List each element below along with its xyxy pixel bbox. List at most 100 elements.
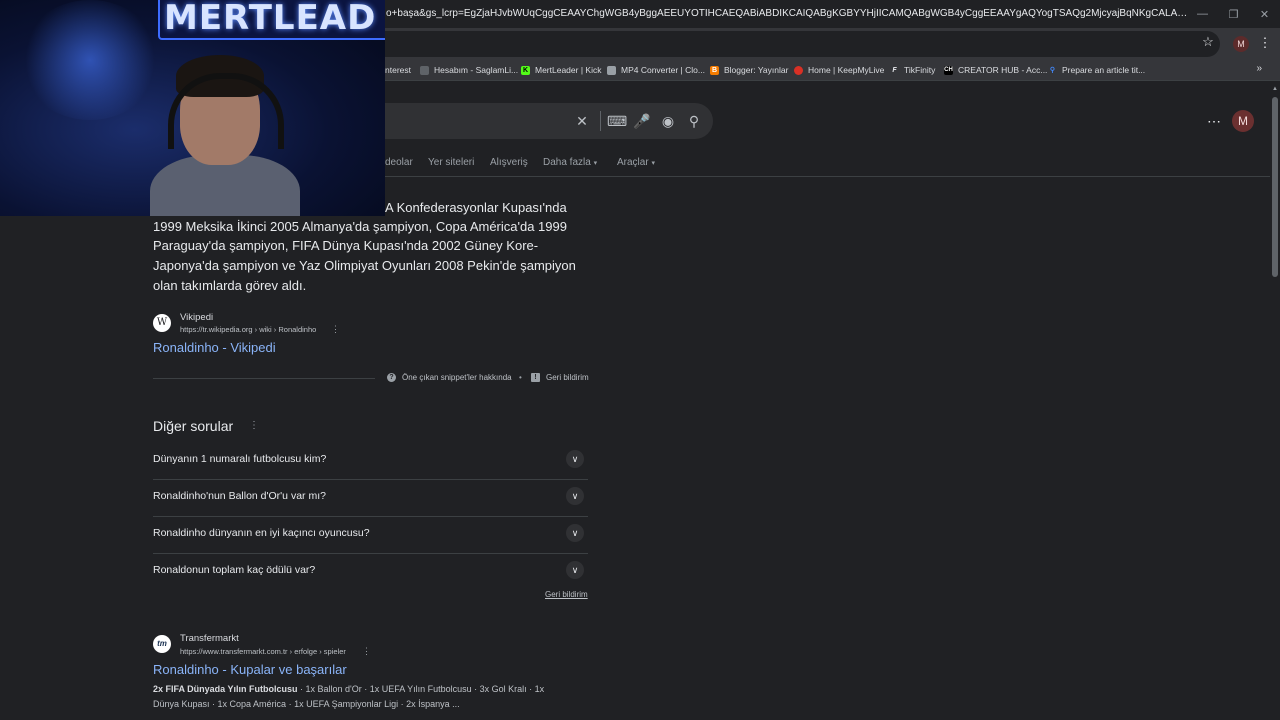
bookmark-label: nterest <box>385 65 411 75</box>
bookmark-star-icon[interactable]: ☆ <box>1200 34 1216 52</box>
snippet-text: Japonya'da şampiyon ve Yaz Olimpiyat Oyu… <box>153 258 576 273</box>
bookmark-item[interactable]: nterest <box>385 63 411 77</box>
window-controls: — ❐ ✕ <box>1187 0 1280 28</box>
paa-question-row[interactable]: Dünyanın 1 numaralı futbolcusu kim? ∨ <box>153 442 588 480</box>
paa-question-row[interactable]: Ronaldonun toplam kaç ödülü var? ∨ <box>153 553 588 590</box>
tikfinity-favicon-icon: F <box>890 65 899 75</box>
hesabim-favicon-icon <box>420 65 429 75</box>
tab-more-label: Daha fazla <box>543 157 591 168</box>
bookmark-label: CREATOR HUB - Acc... <box>958 65 1048 75</box>
clear-icon[interactable]: ✕ <box>574 113 590 129</box>
lens-icon[interactable]: ◉ <box>660 113 676 129</box>
chevron-down-icon[interactable]: ∨ <box>566 450 584 468</box>
result-description: 2x FIFA Dünyada Yılın Futbolcusu · 1x Ba… <box>153 684 544 694</box>
caret-down-icon: ▾ <box>651 160 655 167</box>
separator-dot: • <box>519 373 522 382</box>
bookmark-item[interactable]: F TikFinity <box>890 63 935 77</box>
bookmark-item[interactable]: B Blogger: Yayınlar <box>710 63 788 77</box>
scroll-up-icon[interactable]: ▲ <box>1272 86 1278 92</box>
tab-tools[interactable]: Araçlar ▾ <box>617 157 655 168</box>
tab-videos[interactable]: deolar <box>385 157 413 168</box>
source-name[interactable]: Transfermarkt <box>180 633 239 644</box>
keepmylive-favicon-icon <box>794 65 803 75</box>
result-description: Dünya Kupası · 1x Copa América · 1x UEFA… <box>153 699 460 709</box>
tab-tools-label: Araçlar <box>617 157 649 168</box>
bookmark-label: Prepare an article tit... <box>1062 65 1146 75</box>
tab-more[interactable]: Daha fazla ▾ <box>543 157 597 168</box>
more-bookmarks-icon[interactable]: » <box>1256 63 1262 74</box>
streamer <box>150 45 300 216</box>
snippet-text: olan takımlarda görev aldı. <box>153 278 307 293</box>
paa-question: Ronaldinho dünyanın en iyi kaçıncı oyunc… <box>153 527 370 539</box>
webcam-light <box>20 0 160 120</box>
scrollbar-thumb[interactable] <box>1272 97 1278 277</box>
paa-title: Diğer sorular <box>153 418 234 434</box>
microphone-icon[interactable]: 🎤 <box>633 113 650 129</box>
search-icon[interactable]: ⚲ <box>686 113 702 129</box>
chevron-down-icon[interactable]: ∨ <box>566 524 584 542</box>
url-text[interactable]: o+başa&gs_lcrp=EgZjaHJvbWUqCggCEAAYChgWG… <box>386 8 1191 19</box>
feedback-label: Geri bildirim <box>546 373 589 382</box>
creator-hub-favicon-icon: CH <box>944 65 953 75</box>
snippet-text: Paraguay'da şampiyon, FIFA Dünya Kupası'… <box>153 238 539 253</box>
bookmark-item[interactable]: ⚲ Prepare an article tit... <box>1048 63 1145 77</box>
tab-shopping[interactable]: Alışveriş <box>490 157 528 168</box>
result-title-link[interactable]: Ronaldinho - Kupalar ve başarılar <box>153 662 347 677</box>
apps-grid-icon[interactable]: ⋯ <box>1206 113 1222 129</box>
paa-question-row[interactable]: Ronaldinho dünyanın en iyi kaçıncı oyunc… <box>153 516 588 554</box>
transfermarkt-favicon-icon: tm <box>153 635 171 653</box>
snippet-divider <box>153 378 375 379</box>
snippet-text: 1999 Meksika İkinci 2005 Almanya'da şamp… <box>153 219 567 234</box>
caret-down-icon: ▾ <box>593 160 598 167</box>
bookmark-label: Blogger: Yayınlar <box>724 65 789 75</box>
bookmark-label: Home | KeepMyLive <box>808 65 885 75</box>
search-favicon-icon: ⚲ <box>1048 65 1057 75</box>
result-description-text: · 1x Ballon d'Or · 1x UEFA Yılın Futbolc… <box>297 684 545 694</box>
chevron-down-icon[interactable]: ∨ <box>566 561 584 579</box>
headset-icon <box>168 73 284 149</box>
bookmark-label: MertLeader | Kick <box>535 65 602 75</box>
bookmark-item[interactable]: K MertLeader | Kick <box>521 63 601 77</box>
webcam-overlay: MERTLEAD <box>0 0 385 216</box>
bookmark-item[interactable]: Home | KeepMyLive <box>794 63 884 77</box>
bookmark-item[interactable]: CH CREATOR HUB - Acc... <box>944 63 1047 77</box>
close-window-icon[interactable]: ✕ <box>1249 0 1280 28</box>
keyboard-icon[interactable]: ⌨ <box>607 113 627 129</box>
address-bar[interactable] <box>260 31 1220 57</box>
source-url[interactable]: https://tr.wikipedia.org › wiki › Ronald… <box>180 325 316 334</box>
paa-question: Dünyanın 1 numaralı futbolcusu kim? <box>153 453 327 465</box>
bookmark-item[interactable]: MP4 Converter | Clo... <box>607 63 705 77</box>
browser-menu-icon[interactable]: ⋮ <box>1258 34 1272 52</box>
result-title-link[interactable]: Ronaldinho - Vikipedi <box>153 340 276 355</box>
search-divider <box>600 111 601 131</box>
chevron-down-icon[interactable]: ∨ <box>566 487 584 505</box>
source-url[interactable]: https://www.transfermarkt.com.tr › erfol… <box>180 647 346 656</box>
about-snippets-label: Öne çıkan snippet'ler hakkında <box>402 373 512 382</box>
wikipedia-favicon-icon: W <box>153 314 171 332</box>
bookmark-label: MP4 Converter | Clo... <box>621 65 705 75</box>
paa-options-icon[interactable]: ⋮ <box>249 420 259 431</box>
account-avatar[interactable]: M <box>1232 110 1254 132</box>
paa-question: Ronaldonun toplam kaç ödülü var? <box>153 564 316 576</box>
bookmark-item[interactable]: Hesabım - SaglamLi... <box>420 63 518 77</box>
about-snippets-link[interactable]: ? Öne çıkan snippet'ler hakkında <box>387 373 512 382</box>
result-description-bold: 2x FIFA Dünyada Yılın Futbolcusu <box>153 684 298 694</box>
kick-favicon-icon: K <box>521 65 530 75</box>
more-options-icon[interactable]: ⋮ <box>331 324 340 335</box>
bookmark-label: Hesabım - SaglamLi... <box>434 65 519 75</box>
browser-profile-avatar[interactable]: M <box>1233 36 1249 52</box>
blogger-favicon-icon: B <box>710 65 719 75</box>
tab-places[interactable]: Yer siteleri <box>428 157 474 168</box>
snippet-text: A Konfederasyonlar Kupası'nda <box>385 200 567 215</box>
restore-icon[interactable]: ❐ <box>1218 0 1249 28</box>
help-icon: ? <box>387 373 396 382</box>
feedback-link[interactable]: ! Geri bildirim <box>531 373 589 382</box>
minimize-icon[interactable]: — <box>1187 0 1218 28</box>
paa-question-row[interactable]: Ronaldinho'nun Ballon d'Or'u var mı? ∨ <box>153 479 588 517</box>
cloud-favicon-icon <box>607 65 616 75</box>
feedback-icon: ! <box>531 373 540 382</box>
paa-feedback-link[interactable]: Geri bildirim <box>545 590 588 599</box>
more-options-icon[interactable]: ⋮ <box>362 646 371 657</box>
webcam-banner-text: MERTLEAD <box>164 0 377 38</box>
source-name[interactable]: Vikipedi <box>180 312 213 323</box>
